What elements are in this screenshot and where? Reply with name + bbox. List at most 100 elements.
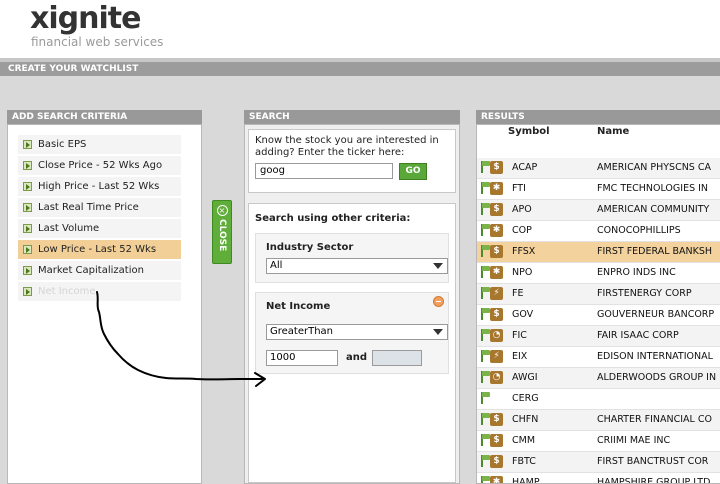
criteria-item-label: High Price - Last 52 Wks [38, 181, 160, 192]
result-row[interactable]: ⚡ EIX EDISON INTERNATIONAL [477, 347, 720, 368]
result-row[interactable]: CERG [477, 389, 720, 410]
result-symbol[interactable]: EIX [512, 351, 527, 362]
row-icons: ⚡ [481, 350, 505, 364]
dollar-icon: $ [490, 245, 503, 258]
xignite-logo[interactable]: xignite [30, 0, 141, 38]
result-row[interactable]: ◔ FIC FAIR ISAAC CORP [477, 326, 720, 347]
criteria-item-label: Close Price - 52 Wks Ago [38, 160, 163, 171]
results-panel: Symbol Name $ ACAP AMERICAN PHYSCNS CA ✱ FTI… [476, 124, 720, 484]
result-symbol[interactable]: FE [512, 288, 523, 299]
result-symbol[interactable]: AWGI [512, 372, 538, 383]
result-row[interactable]: ⚡ FE FIRSTENERGY CORP [477, 284, 720, 305]
dollar-icon: $ [490, 161, 503, 174]
result-symbol[interactable]: FBTC [512, 456, 536, 467]
result-name: FAIR ISAAC CORP [597, 330, 679, 341]
row-icons: ✱ [481, 182, 505, 196]
criteria-item[interactable]: High Price - Last 52 Wks [18, 177, 181, 196]
result-row[interactable]: $ FBTC FIRST BANCTRUST COR [477, 452, 720, 473]
result-row[interactable]: $ CHFN CHARTER FINANCIAL CO [477, 410, 720, 431]
result-row[interactable]: $ ACAP AMERICAN PHYSCNS CA [477, 158, 720, 179]
ticker-prompt: Know the stock you are interested in add… [255, 135, 439, 158]
criteria-panel-heading: ADD SEARCH CRITERIA [7, 110, 202, 124]
industry-sector-select[interactable]: All [266, 258, 448, 274]
bolt-icon: ⚡ [490, 287, 503, 300]
add-arrow-icon [23, 266, 32, 275]
result-row[interactable]: ✱ NPO ENPRO INDS INC [477, 263, 720, 284]
column-header-symbol[interactable]: Symbol [508, 126, 550, 137]
result-symbol[interactable]: CMM [512, 435, 535, 446]
go-button[interactable]: GO [399, 163, 427, 180]
result-row[interactable]: $ FFSX FIRST FEDERAL BANKSH [477, 242, 720, 263]
result-symbol[interactable]: FFSX [512, 246, 535, 257]
search-panel-heading: SEARCH [244, 110, 460, 124]
result-symbol[interactable]: FIC [512, 330, 527, 341]
results-panel-heading: RESULTS [476, 110, 720, 124]
bolt-icon: ⚡ [490, 350, 503, 363]
dollar-icon: $ [490, 308, 503, 321]
ticker-search-box: Know the stock you are interested in add… [248, 129, 456, 193]
result-row[interactable]: ✱ FTI FMC TECHNOLOGIES IN [477, 179, 720, 200]
result-name: FIRST BANCTRUST COR [597, 456, 709, 467]
result-name: ENPRO INDS INC [597, 267, 676, 278]
result-symbol[interactable]: COP [512, 225, 532, 236]
remove-criteria-icon[interactable] [433, 296, 444, 307]
result-row[interactable]: ◔ AWGI ALDERWOODS GROUP IN [477, 368, 720, 389]
close-icon: × [216, 205, 228, 216]
result-symbol[interactable]: HAMP [512, 477, 540, 483]
result-symbol[interactable]: NPO [512, 267, 532, 278]
result-symbol[interactable]: CHFN [512, 414, 538, 425]
result-row[interactable]: $ CMM CRIIMI MAE INC [477, 431, 720, 452]
row-icons: ◔ [481, 371, 505, 385]
criteria-list: Basic EPS Close Price - 52 Wks Ago High Pr… [18, 135, 181, 303]
net-income-operator-select[interactable]: GreaterThan [266, 324, 448, 340]
add-arrow-icon [23, 161, 32, 170]
criteria-item[interactable]: Low Price - Last 52 Wks [18, 240, 181, 259]
net-income-min-input[interactable]: 1000 [266, 350, 338, 366]
criteria-item-label: Net Income [38, 286, 96, 297]
criteria-panel: Basic EPS Close Price - 52 Wks Ago High Pr… [7, 124, 202, 484]
result-symbol[interactable]: FTI [512, 183, 526, 194]
result-symbol[interactable]: APO [512, 204, 532, 215]
gear-icon: ✱ [490, 266, 503, 279]
criteria-item[interactable]: Net Income [18, 282, 181, 301]
pie-icon: ◔ [490, 371, 503, 384]
ticker-input[interactable]: goog [255, 163, 393, 179]
chevron-down-icon [433, 329, 443, 335]
result-row[interactable]: $ GOV GOUVERNEUR BANCORP [477, 305, 720, 326]
close-button[interactable]: × CLOSE [212, 200, 232, 264]
result-row[interactable]: ✱ HAMP HAMPSHIRE GROUP LTD [477, 473, 720, 483]
industry-sector-label: Industry Sector [266, 242, 354, 253]
criteria-item-label: Market Capitalization [38, 265, 144, 276]
add-arrow-icon [23, 224, 32, 233]
column-header-name[interactable]: Name [597, 126, 629, 137]
criteria-item[interactable]: Market Capitalization [18, 261, 181, 280]
criteria-item[interactable]: Basic EPS [18, 135, 181, 154]
criteria-item[interactable]: Last Real Time Price [18, 198, 181, 217]
result-symbol[interactable]: GOV [512, 309, 533, 320]
result-symbol[interactable]: CERG [512, 393, 539, 404]
result-row[interactable]: ✱ COP CONOCOPHILLIPS [477, 221, 720, 242]
row-icons: $ [481, 455, 505, 469]
criteria-item[interactable]: Close Price - 52 Wks Ago [18, 156, 181, 175]
gear-icon: ✱ [490, 182, 503, 195]
and-label: and [346, 352, 368, 363]
dollar-icon: $ [490, 413, 503, 426]
net-income-operator-value: GreaterThan [270, 326, 334, 337]
other-criteria-box: Search using other criteria: Industry Se… [248, 203, 456, 483]
result-name: FIRSTENERGY CORP [597, 288, 692, 299]
result-row[interactable]: $ APO AMERICAN COMMUNITY [477, 200, 720, 221]
chevron-down-icon [433, 263, 443, 269]
row-icons: $ [481, 413, 505, 427]
industry-sector-value: All [270, 260, 283, 271]
result-symbol[interactable]: ACAP [512, 162, 537, 173]
net-income-max-input[interactable] [372, 350, 422, 366]
pie-icon: ◔ [490, 329, 503, 342]
row-icons [481, 392, 505, 406]
result-name: CRIIMI MAE INC [597, 435, 671, 446]
criteria-item[interactable]: Last Volume [18, 219, 181, 238]
industry-sector-box: Industry Sector All [255, 233, 449, 283]
add-to-watchlist-icon[interactable] [481, 392, 491, 404]
result-name: AMERICAN COMMUNITY [597, 204, 710, 215]
add-arrow-icon [23, 182, 32, 191]
add-arrow-icon [23, 203, 32, 212]
